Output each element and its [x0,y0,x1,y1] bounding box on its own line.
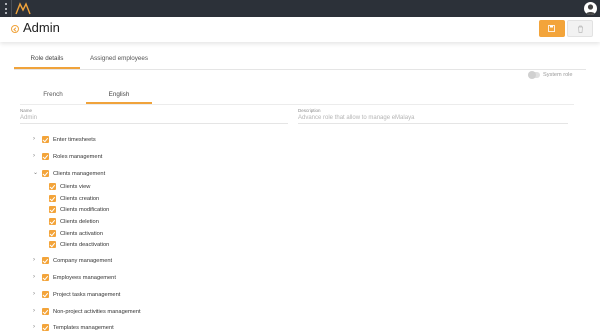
tabs-divider [14,69,586,70]
page-title: Admin [23,20,60,35]
language-tabs: French English [20,88,152,104]
checkbox[interactable] [42,170,49,177]
permission-label: Clients deactivation [60,241,110,248]
system-role-label: System role [543,72,573,78]
permission-label: Clients deletion [60,218,99,225]
top-bar [0,0,600,17]
permission-clients-activation[interactable]: Clients activation [49,228,103,239]
permission-label: Non-project activities management [53,308,141,315]
description-field: Description Advance role that allow to m… [298,108,568,124]
permission-label: Clients management [53,170,106,177]
menu-dots-icon[interactable] [5,3,8,14]
name-field: Name Admin [20,108,288,124]
permission-employees-management[interactable]: › Employees management [33,272,116,283]
permission-label: Clients creation [60,195,100,202]
chevron-right-icon[interactable]: › [33,322,42,331]
trash-icon [578,25,583,33]
permission-enter-timesheets[interactable]: › Enter timesheets [33,134,96,145]
tab-english[interactable]: English [86,88,152,104]
permission-label: Templates management [53,324,114,331]
description-input[interactable]: Advance role that allow to manage eMalay… [298,115,568,124]
topbar-divider [11,0,12,17]
permission-clients-deactivation[interactable]: Clients deactivation [49,239,109,250]
chevron-right-icon[interactable]: › [33,134,42,145]
checkbox[interactable] [49,206,56,213]
checkbox[interactable] [42,153,49,160]
save-icon [548,25,555,32]
checkbox[interactable] [49,230,56,237]
system-role-toggle[interactable]: System role [528,71,573,79]
checkbox[interactable] [42,136,49,143]
checkbox[interactable] [49,241,56,248]
name-input[interactable]: Admin [20,115,288,124]
avatar[interactable] [584,2,597,15]
permission-non-project-activities-management[interactable]: › Non-project activities management [33,306,141,317]
language-tabs-divider [20,104,574,105]
chevron-right-icon[interactable]: › [33,255,42,266]
permission-label: Project tasks management [53,291,121,298]
permission-project-tasks-management[interactable]: › Project tasks management [33,289,120,300]
checkbox[interactable] [42,308,49,315]
permission-label: Clients modification [60,206,110,213]
page-header: Admin [0,17,600,42]
permission-company-management[interactable]: › Company management [33,255,112,266]
permission-label: Enter timesheets [53,136,96,143]
permission-clients-deletion[interactable]: Clients deletion [49,216,99,227]
role-tabs: Role details Assigned employees [14,52,158,69]
permission-templates-management[interactable]: › Templates management [33,322,114,331]
checkbox[interactable] [49,183,56,190]
permission-label: Roles management [53,153,103,160]
checkbox[interactable] [49,218,56,225]
permission-clients-modification[interactable]: Clients modification [49,204,109,215]
checkbox[interactable] [42,274,49,281]
name-label: Name [20,108,33,113]
chevron-right-icon[interactable]: › [33,289,42,300]
permission-clients-creation[interactable]: Clients creation [49,193,99,204]
save-button[interactable] [539,20,565,37]
tab-assigned-employees[interactable]: Assigned employees [80,52,158,69]
permission-roles-management[interactable]: › Roles management [33,151,102,162]
permission-clients-management[interactable]: ⌄ Clients management [33,168,105,179]
permission-label: Company management [53,257,113,264]
chevron-down-icon[interactable]: ⌄ [33,168,42,179]
app-logo[interactable] [15,2,31,15]
chevron-right-icon[interactable]: › [33,151,42,162]
checkbox[interactable] [49,195,56,202]
chevron-right-icon[interactable]: › [33,306,42,317]
checkbox[interactable] [42,324,49,331]
checkbox[interactable] [42,291,49,298]
delete-button[interactable] [567,20,593,37]
checkbox[interactable] [42,257,49,264]
chevron-right-icon[interactable]: › [33,272,42,283]
permission-label: Employees management [53,274,116,281]
permission-clients-view[interactable]: Clients view [49,181,90,192]
description-label: Description [298,108,321,113]
tab-french[interactable]: French [20,88,86,104]
back-circle-icon[interactable] [11,25,19,33]
tab-role-details[interactable]: Role details [14,52,80,69]
permission-label: Clients activation [60,230,103,237]
toggle-switch[interactable] [528,71,540,79]
permission-label: Clients view [60,183,91,190]
